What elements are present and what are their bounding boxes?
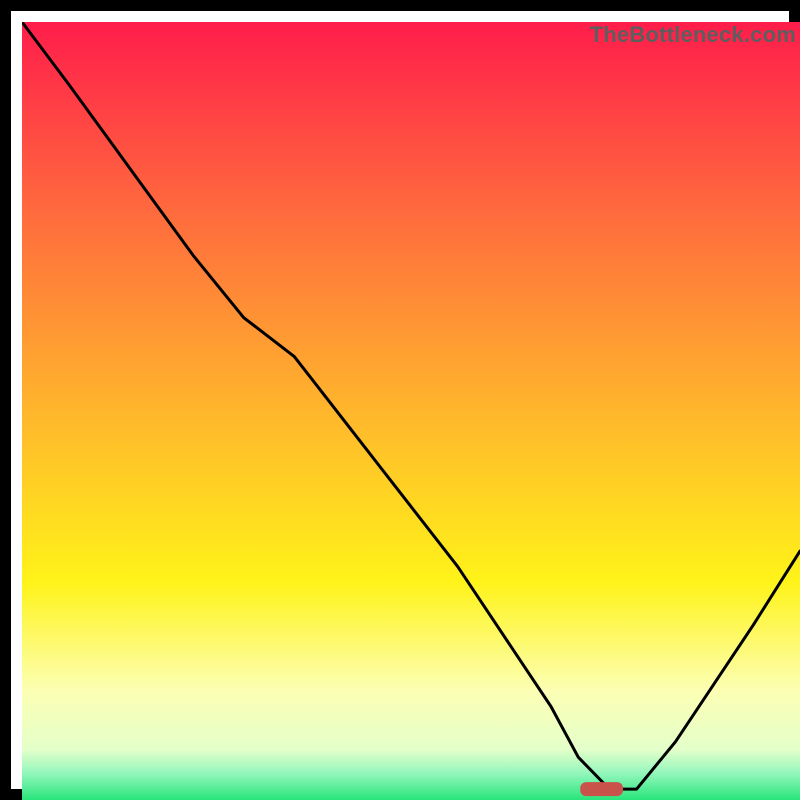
gradient-background	[22, 22, 800, 800]
chart-frame: TheBottleneck.com	[0, 0, 800, 800]
chart-canvas	[22, 22, 800, 800]
optimal-marker	[580, 782, 623, 796]
watermark-text: TheBottleneck.com	[590, 22, 796, 48]
plot-area: TheBottleneck.com	[22, 22, 800, 800]
